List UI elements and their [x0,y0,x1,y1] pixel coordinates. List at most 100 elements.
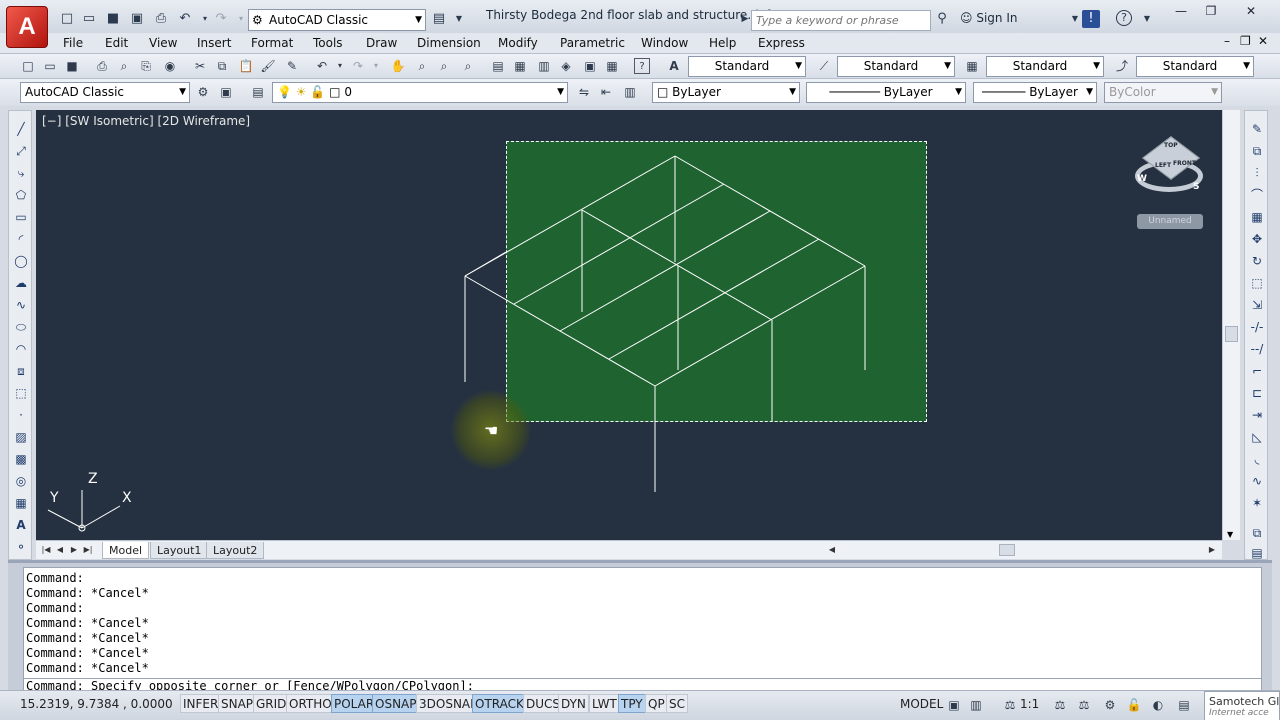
tab-layout2[interactable]: Layout2 [206,542,265,559]
arc-icon[interactable]: ◜ [13,231,29,247]
tpy-toggle[interactable]: TPY [618,694,646,713]
tray-notification-balloon[interactable]: Samotech Gl Internet acce [1204,691,1280,720]
next-tab-icon[interactable]: ▶ [68,543,80,557]
save-icon[interactable]: ■ [104,10,122,28]
redo-icon[interactable]: ↷ [350,58,366,74]
table-style-icon[interactable]: ▦ [964,58,980,74]
qnew-icon[interactable]: □ [20,58,36,74]
join-icon[interactable]: ⇥ [1249,407,1265,423]
save-icon[interactable]: ■ [64,58,80,74]
lock-icon[interactable]: 🔓 [1126,697,1142,713]
layer-properties-icon[interactable]: ▤ [250,84,266,100]
multileader-style-icon[interactable]: ⤴ [1114,58,1130,74]
zoom-realtime-icon[interactable]: ⌕ [414,58,430,74]
move-icon[interactable]: ✥ [1249,231,1265,247]
compass-south[interactable]: S [1193,182,1199,192]
point-icon[interactable]: · [13,407,29,423]
infer-toggle[interactable]: INFER [180,694,222,713]
zoom-window-icon[interactable]: ⌕ [436,58,452,74]
scale-icon[interactable]: ⬚ [1249,275,1265,291]
workspace-switcher[interactable]: ⚙ AutoCAD Classic ▼ [248,9,426,31]
menu-express[interactable]: Express [758,36,805,50]
rectangle-icon[interactable]: ▭ [13,209,29,225]
annotation-visibility-icon[interactable]: ⚖ [1052,697,1068,713]
viewcube-front[interactable]: FRONT [1173,160,1196,167]
quick-view-layouts-icon[interactable]: ▣ [946,697,962,713]
properties-icon[interactable]: ▤ [490,58,506,74]
copy-icon[interactable]: ⧉ [214,58,230,74]
dimension-style-icon[interactable]: ⟋ [816,58,832,74]
tab-layout1[interactable]: Layout1 [150,542,209,559]
open-file-icon[interactable]: ▭ [80,10,98,28]
viewcube-top[interactable]: TOP [1164,142,1178,149]
ellipse-arc-icon[interactable]: ◠ [13,341,29,357]
workspace-select[interactable]: AutoCAD Classic ▼ [20,82,190,103]
osnap-toggle[interactable]: OSNAP [372,694,420,713]
region-icon[interactable]: ◎ [13,473,29,489]
polar-toggle[interactable]: POLAR [331,694,378,713]
search-binoculars-icon[interactable]: ⚲ [933,10,951,28]
menu-parametric[interactable]: Parametric [560,36,625,50]
scroll-right-icon[interactable]: ▶ [1206,543,1218,557]
menu-dimension[interactable]: Dimension [417,36,481,50]
multiline-text-icon[interactable]: A [13,517,29,533]
ellipse-icon[interactable]: ⬭ [13,319,29,335]
hatch-icon[interactable]: ▨ [13,429,29,445]
annotation-scale-icon[interactable]: ⚖ [1002,697,1018,713]
rotate-icon[interactable]: ↻ [1249,253,1265,269]
lineweight-select[interactable]: ────── ByLayer ▼ [973,82,1097,103]
scroll-left-icon[interactable]: ◀ [826,543,838,557]
explode-icon[interactable]: ✶ [1249,495,1265,511]
compass-west[interactable]: W [1137,174,1147,184]
redo-icon[interactable]: ↷ [212,10,230,28]
paste-icon[interactable]: 📋 [238,58,254,74]
menu-help[interactable]: Help [709,36,736,50]
erase-icon[interactable]: ✎ [1249,121,1265,137]
doc-minimize-icon[interactable]: – [1224,34,1230,48]
doc-close-icon[interactable]: ✕ [1258,34,1268,48]
customize-quick-access-icon[interactable]: ▼ [450,10,468,28]
close-window-icon[interactable]: ✕ [1240,2,1262,20]
extend-icon[interactable]: --/ [1249,341,1265,357]
multileader-style-select[interactable]: Standard ▼ [1136,56,1254,77]
previous-tab-icon[interactable]: ◀ [54,543,66,557]
layer-states-icon[interactable]: ▥ [622,84,638,100]
undo-icon[interactable]: ↶ [314,58,330,74]
snap-toggle[interactable]: SNAP [218,694,257,713]
sc-toggle[interactable]: SC [666,694,688,713]
offset-icon[interactable]: ⌒ [1249,187,1265,203]
add-selected-icon[interactable]: ⚬ [13,539,29,555]
dimension-style-select[interactable]: Standard ▼ [837,56,955,77]
block-editor-icon[interactable]: ✎ [284,58,300,74]
insert-block-icon[interactable]: ⧈ [13,363,29,379]
exchange-icon[interactable]: ! [1082,10,1100,28]
viewcube[interactable]: TOP LEFT FRONT W S [1133,130,1205,200]
chamfer-icon[interactable]: ◺ [1249,429,1265,445]
trim-icon[interactable]: -/- [1249,319,1265,335]
layer-previous-icon[interactable]: ⇤ [598,84,614,100]
menu-insert[interactable]: Insert [197,36,231,50]
menu-draw[interactable]: Draw [366,36,397,50]
line-icon[interactable]: ╱ [13,121,29,137]
new-file-icon[interactable]: □ [58,10,76,28]
quick-view-drawings-icon[interactable]: ▥ [968,697,984,713]
auto-scale-icon[interactable]: ⚖ [1076,697,1092,713]
ortho-toggle[interactable]: ORTHO [286,694,335,713]
text-style-icon[interactable]: A [666,58,682,74]
tab-model[interactable]: Model [102,542,150,559]
mirror-icon[interactable]: ⫶ [1249,165,1265,181]
menu-view[interactable]: View [149,36,177,50]
menu-tools[interactable]: Tools [313,36,343,50]
plot-preview-icon[interactable]: ⌕ [116,58,132,74]
scroll-down-icon[interactable]: ▼ [1227,530,1233,539]
make-block-icon[interactable]: ⬚ [13,385,29,401]
plot-icon[interactable]: ⎙ [152,10,170,28]
table-icon[interactable]: ▦ [13,495,29,511]
coordinate-readout[interactable]: 15.2319, 9.7384 , 0.0000 [20,697,173,711]
qp-toggle[interactable]: QP [645,694,668,713]
more-tools-icon[interactable]: ▤ [1249,545,1265,561]
workspace-settings-icon[interactable]: ⚙ [195,84,211,100]
menu-modify[interactable]: Modify [498,36,538,50]
first-tab-icon[interactable]: |◀ [40,543,52,557]
circle-icon[interactable]: ◯ [13,253,29,269]
